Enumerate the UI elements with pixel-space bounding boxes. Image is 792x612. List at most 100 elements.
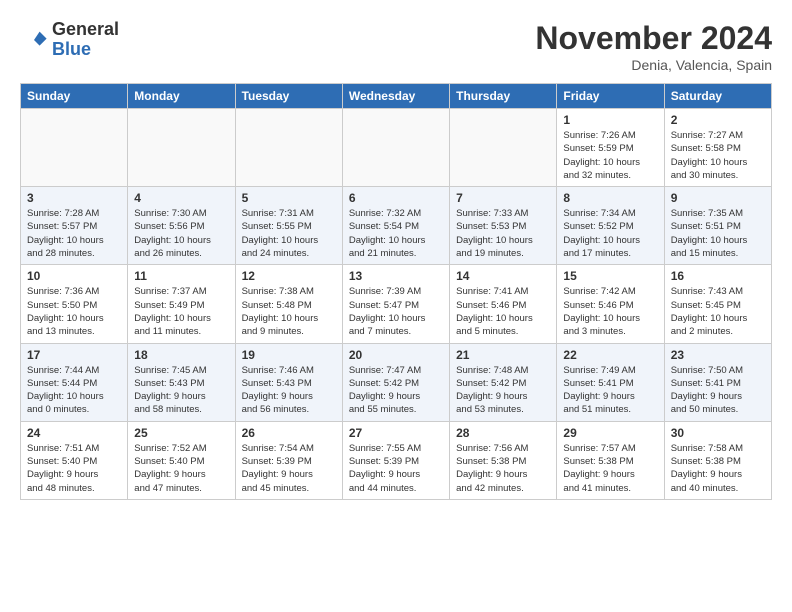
- day-info: Sunrise: 7:48 AMSunset: 5:42 PMDaylight:…: [456, 364, 550, 417]
- day-number: 10: [27, 269, 121, 283]
- day-number: 26: [242, 426, 336, 440]
- day-cell: 28 Sunrise: 7:56 AMSunset: 5:38 PMDayligh…: [450, 421, 557, 499]
- week-row-5: 24 Sunrise: 7:51 AMSunset: 5:40 PMDayligh…: [21, 421, 772, 499]
- day-info: Sunrise: 7:26 AMSunset: 5:59 PMDaylight:…: [563, 129, 657, 182]
- day-number: 1: [563, 113, 657, 127]
- month-title: November 2024: [535, 20, 772, 57]
- day-info: Sunrise: 7:34 AMSunset: 5:52 PMDaylight:…: [563, 207, 657, 260]
- day-cell: 16Sunrise: 7:43 AMSunset: 5:45 PMDayligh…: [664, 265, 771, 343]
- day-cell: 30Sunrise: 7:58 AMSunset: 5:38 PMDayligh…: [664, 421, 771, 499]
- day-info: Sunrise: 7:32 AMSunset: 5:54 PMDaylight:…: [349, 207, 443, 260]
- day-number: 29: [563, 426, 657, 440]
- day-cell: 4Sunrise: 7:30 AMSunset: 5:56 PMDaylight…: [128, 187, 235, 265]
- calendar: Sunday Monday Tuesday Wednesday Thursday…: [20, 83, 772, 500]
- day-cell: 19 Sunrise: 7:46 AMSunset: 5:43 PMDayligh…: [235, 343, 342, 421]
- day-number: 17: [27, 348, 121, 362]
- day-number: 24: [27, 426, 121, 440]
- day-cell: [128, 109, 235, 187]
- day-cell: 29 Sunrise: 7:57 AMSunset: 5:38 PMDayligh…: [557, 421, 664, 499]
- day-cell: 20 Sunrise: 7:47 AMSunset: 5:42 PMDayligh…: [342, 343, 449, 421]
- day-info: Sunrise: 7:51 AMSunset: 5:40 PMDaylight:…: [27, 442, 121, 495]
- day-cell: 5 Sunrise: 7:31 AMSunset: 5:55 PMDaylight…: [235, 187, 342, 265]
- day-number: 23: [671, 348, 765, 362]
- day-cell: 11 Sunrise: 7:37 AMSunset: 5:49 PMDayligh…: [128, 265, 235, 343]
- day-cell: [235, 109, 342, 187]
- week-row-1: 1 Sunrise: 7:26 AMSunset: 5:59 PMDaylight…: [21, 109, 772, 187]
- day-cell: 13Sunrise: 7:39 AMSunset: 5:47 PMDayligh…: [342, 265, 449, 343]
- day-number: 5: [242, 191, 336, 205]
- location: Denia, Valencia, Spain: [535, 57, 772, 73]
- day-info: Sunrise: 7:58 AMSunset: 5:38 PMDaylight:…: [671, 442, 765, 495]
- day-number: 2: [671, 113, 765, 127]
- day-info: Sunrise: 7:57 AMSunset: 5:38 PMDaylight:…: [563, 442, 657, 495]
- day-number: 22: [563, 348, 657, 362]
- day-info: Sunrise: 7:27 AMSunset: 5:58 PMDaylight:…: [671, 129, 765, 182]
- day-cell: 6 Sunrise: 7:32 AMSunset: 5:54 PMDaylight…: [342, 187, 449, 265]
- day-cell: 26 Sunrise: 7:54 AMSunset: 5:39 PMDayligh…: [235, 421, 342, 499]
- day-cell: 10 Sunrise: 7:36 AMSunset: 5:50 PMDayligh…: [21, 265, 128, 343]
- day-number: 27: [349, 426, 443, 440]
- logo: General Blue: [20, 20, 119, 60]
- day-number: 11: [134, 269, 228, 283]
- day-number: 13: [349, 269, 443, 283]
- day-info: Sunrise: 7:36 AMSunset: 5:50 PMDaylight:…: [27, 285, 121, 338]
- day-info: Sunrise: 7:28 AMSunset: 5:57 PMDaylight:…: [27, 207, 121, 260]
- day-number: 7: [456, 191, 550, 205]
- day-cell: 8 Sunrise: 7:34 AMSunset: 5:52 PMDaylight…: [557, 187, 664, 265]
- header: General Blue November 2024 Denia, Valenc…: [20, 20, 772, 73]
- day-cell: [21, 109, 128, 187]
- day-number: 20: [349, 348, 443, 362]
- day-cell: 14Sunrise: 7:41 AMSunset: 5:46 PMDayligh…: [450, 265, 557, 343]
- day-info: Sunrise: 7:35 AMSunset: 5:51 PMDaylight:…: [671, 207, 765, 260]
- header-row: Sunday Monday Tuesday Wednesday Thursday…: [21, 84, 772, 109]
- day-info: Sunrise: 7:43 AMSunset: 5:45 PMDaylight:…: [671, 285, 765, 338]
- col-monday: Monday: [128, 84, 235, 109]
- day-number: 3: [27, 191, 121, 205]
- day-info: Sunrise: 7:30 AMSunset: 5:56 PMDaylight:…: [134, 207, 228, 260]
- day-cell: 25Sunrise: 7:52 AMSunset: 5:40 PMDayligh…: [128, 421, 235, 499]
- day-number: 21: [456, 348, 550, 362]
- day-info: Sunrise: 7:45 AMSunset: 5:43 PMDaylight:…: [134, 364, 228, 417]
- day-cell: 18 Sunrise: 7:45 AMSunset: 5:43 PMDayligh…: [128, 343, 235, 421]
- day-number: 14: [456, 269, 550, 283]
- day-number: 6: [349, 191, 443, 205]
- logo-general: General: [52, 19, 119, 39]
- day-cell: 3 Sunrise: 7:28 AMSunset: 5:57 PMDaylight…: [21, 187, 128, 265]
- day-info: Sunrise: 7:56 AMSunset: 5:38 PMDaylight:…: [456, 442, 550, 495]
- title-block: November 2024 Denia, Valencia, Spain: [535, 20, 772, 73]
- col-saturday: Saturday: [664, 84, 771, 109]
- logo-blue: Blue: [52, 39, 91, 59]
- day-info: Sunrise: 7:54 AMSunset: 5:39 PMDaylight:…: [242, 442, 336, 495]
- day-info: Sunrise: 7:33 AMSunset: 5:53 PMDaylight:…: [456, 207, 550, 260]
- day-info: Sunrise: 7:52 AMSunset: 5:40 PMDaylight:…: [134, 442, 228, 495]
- day-number: 9: [671, 191, 765, 205]
- day-number: 18: [134, 348, 228, 362]
- day-info: Sunrise: 7:49 AMSunset: 5:41 PMDaylight:…: [563, 364, 657, 417]
- day-cell: 2 Sunrise: 7:27 AMSunset: 5:58 PMDaylight…: [664, 109, 771, 187]
- day-info: Sunrise: 7:46 AMSunset: 5:43 PMDaylight:…: [242, 364, 336, 417]
- col-wednesday: Wednesday: [342, 84, 449, 109]
- logo-icon: [20, 26, 48, 54]
- day-info: Sunrise: 7:31 AMSunset: 5:55 PMDaylight:…: [242, 207, 336, 260]
- day-cell: 15Sunrise: 7:42 AMSunset: 5:46 PMDayligh…: [557, 265, 664, 343]
- day-info: Sunrise: 7:42 AMSunset: 5:46 PMDaylight:…: [563, 285, 657, 338]
- logo-text: General Blue: [52, 20, 119, 60]
- week-row-3: 10 Sunrise: 7:36 AMSunset: 5:50 PMDayligh…: [21, 265, 772, 343]
- day-cell: 21 Sunrise: 7:48 AMSunset: 5:42 PMDayligh…: [450, 343, 557, 421]
- day-number: 28: [456, 426, 550, 440]
- day-number: 12: [242, 269, 336, 283]
- day-cell: 9 Sunrise: 7:35 AMSunset: 5:51 PMDaylight…: [664, 187, 771, 265]
- day-info: Sunrise: 7:44 AMSunset: 5:44 PMDaylight:…: [27, 364, 121, 417]
- day-cell: 12Sunrise: 7:38 AMSunset: 5:48 PMDayligh…: [235, 265, 342, 343]
- day-number: 19: [242, 348, 336, 362]
- day-info: Sunrise: 7:55 AMSunset: 5:39 PMDaylight:…: [349, 442, 443, 495]
- day-cell: [342, 109, 449, 187]
- day-cell: 23Sunrise: 7:50 AMSunset: 5:41 PMDayligh…: [664, 343, 771, 421]
- calendar-header: Sunday Monday Tuesday Wednesday Thursday…: [21, 84, 772, 109]
- day-info: Sunrise: 7:37 AMSunset: 5:49 PMDaylight:…: [134, 285, 228, 338]
- day-info: Sunrise: 7:47 AMSunset: 5:42 PMDaylight:…: [349, 364, 443, 417]
- day-cell: 24 Sunrise: 7:51 AMSunset: 5:40 PMDayligh…: [21, 421, 128, 499]
- day-number: 8: [563, 191, 657, 205]
- page: General Blue November 2024 Denia, Valenc…: [0, 0, 792, 510]
- week-row-2: 3 Sunrise: 7:28 AMSunset: 5:57 PMDaylight…: [21, 187, 772, 265]
